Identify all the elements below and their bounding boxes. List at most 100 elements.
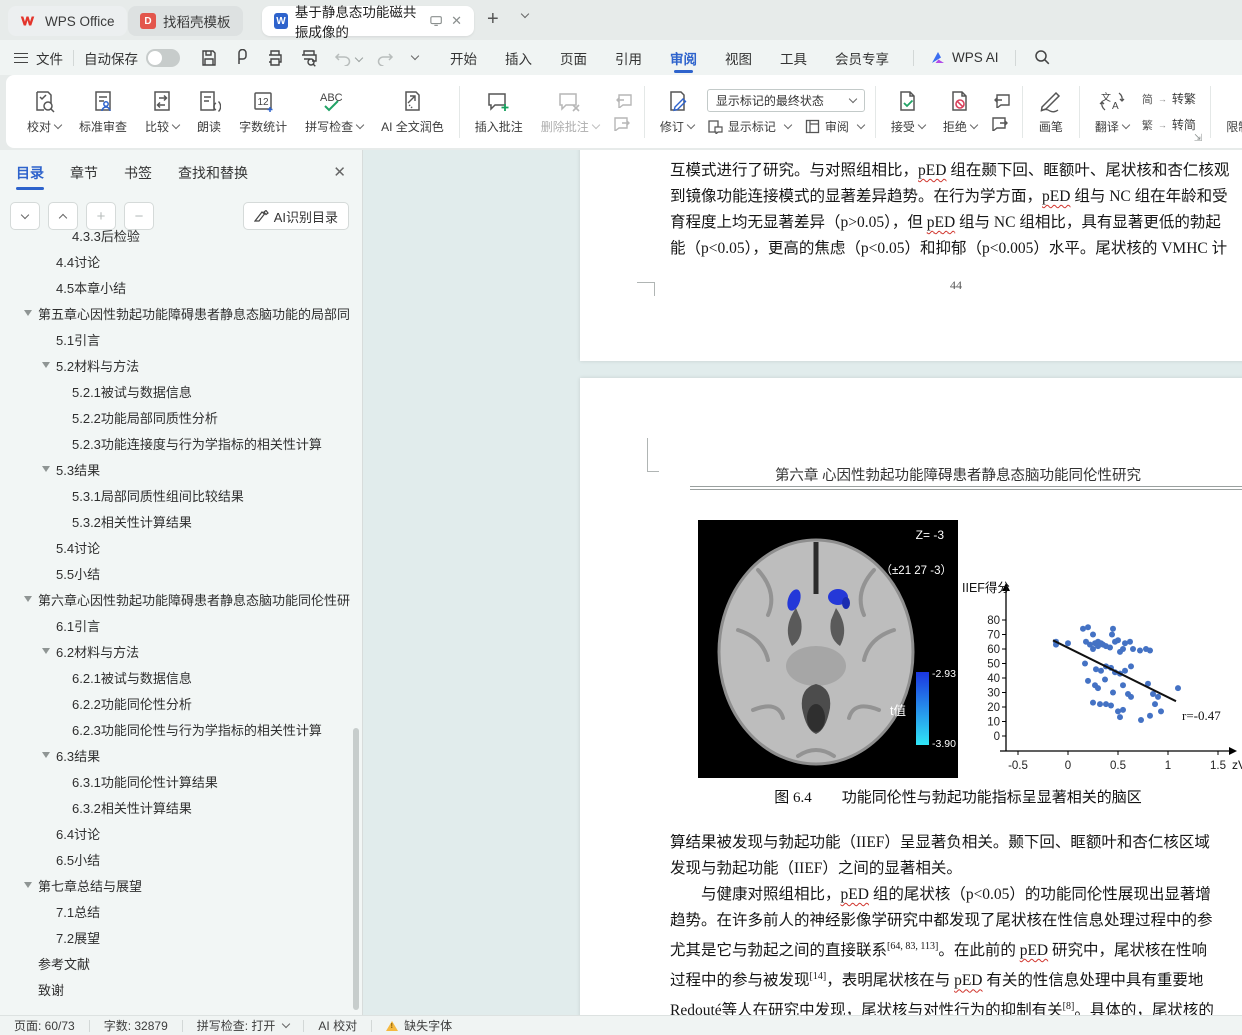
toc-item[interactable]: 6.2.2功能同伦性分析	[0, 690, 352, 716]
status-ai-proofread[interactable]: AI 校对	[304, 1017, 371, 1034]
new-tab-button[interactable]: +	[487, 8, 499, 31]
undo-icon[interactable]	[334, 50, 352, 66]
to-simplified-button[interactable]: 繁 → 转简	[1142, 116, 1196, 133]
spell-check-button[interactable]: ABC 拼写检查	[296, 89, 372, 135]
toc-item[interactable]: 5.3.1局部同质性组间比较结果	[0, 482, 352, 508]
restrict-editing-button[interactable]: 限制编辑	[1217, 89, 1242, 135]
insert-comment-button[interactable]: 插入批注	[466, 89, 532, 135]
menu-tab[interactable]: 插入	[491, 40, 546, 75]
status-spell-check[interactable]: 拼写检查: 打开	[183, 1017, 304, 1034]
sidebar-scrollbar[interactable]	[353, 728, 359, 1010]
compare-button[interactable]: 比较	[136, 89, 188, 135]
status-page[interactable]: 页面: 60/73	[0, 1017, 89, 1034]
sidebar-tab[interactable]: 书签	[124, 150, 152, 196]
print-preview-icon[interactable]	[300, 49, 318, 67]
toc-item[interactable]: 6.3.2相关性计算结果	[0, 794, 352, 820]
next-comment-icon[interactable]	[612, 115, 634, 131]
collapse-triangle-icon[interactable]	[24, 596, 32, 602]
collapse-triangle-icon[interactable]	[42, 752, 50, 758]
menu-tab[interactable]: 会员专享	[821, 40, 903, 75]
toc-item[interactable]: 4.4讨论	[0, 248, 352, 274]
toc-item[interactable]: 6.3结果	[0, 742, 352, 768]
export-pdf-icon[interactable]	[234, 48, 250, 67]
toc-item[interactable]: 6.2.1被试与数据信息	[0, 664, 352, 690]
toc-item[interactable]: 致谢	[0, 976, 352, 1001]
close-sidebar-icon[interactable]: ✕	[333, 163, 346, 181]
menu-tab[interactable]: 视图	[711, 40, 766, 75]
toc-item[interactable]: 7.1总结	[0, 898, 352, 924]
read-aloud-button[interactable]: 朗读	[188, 89, 230, 135]
toc-item[interactable]: 第七章总结与展望	[0, 872, 352, 898]
toc-item[interactable]: 5.1引言	[0, 326, 352, 352]
toc-item[interactable]: 6.2材料与方法	[0, 638, 352, 664]
document-page-45[interactable]: 第六章 心因性勃起功能障碍患者静息态脑功能同伦性研究 Z= -3 （±21 27…	[580, 378, 1242, 1015]
quickbar-chevron-icon[interactable]	[410, 51, 420, 61]
toc-item[interactable]: 5.2.1被试与数据信息	[0, 378, 352, 404]
tab-list-chevron-icon[interactable]	[520, 9, 530, 19]
proofread-button[interactable]: 校对	[18, 89, 70, 135]
toc-item[interactable]: 5.2.3功能连接度与行为学指标的相关性计算	[0, 430, 352, 456]
toc-item[interactable]: 7.2展望	[0, 924, 352, 950]
toc-item[interactable]: 5.4讨论	[0, 534, 352, 560]
reject-button[interactable]: 拒绝	[934, 89, 986, 135]
show-markup-button[interactable]: 显示标记	[707, 118, 793, 135]
sidebar-tab[interactable]: 目录	[16, 150, 44, 196]
toc-item[interactable]: 参考文献	[0, 950, 352, 976]
menu-tab[interactable]: 引用	[601, 40, 656, 75]
accept-button[interactable]: 接受	[882, 89, 934, 135]
translate-button[interactable]: 文 A 翻译	[1086, 89, 1138, 135]
menu-tab[interactable]: 审阅	[656, 40, 711, 75]
previous-comment-icon[interactable]	[612, 92, 634, 108]
ai-polish-button[interactable]: AI 全文润色	[372, 89, 453, 135]
tab-document-active[interactable]: W 基于静息态功能磁共振成像的 ✕	[262, 5, 474, 40]
undo-chevron-icon[interactable]	[354, 53, 364, 62]
status-missing-font[interactable]: 缺失字体	[372, 1017, 466, 1034]
toc-item[interactable]: 6.1引言	[0, 612, 352, 638]
search-icon[interactable]	[1034, 49, 1051, 66]
toc-item[interactable]: 4.3.3后检验	[0, 222, 352, 248]
previous-change-icon[interactable]	[990, 92, 1012, 108]
collapse-triangle-icon[interactable]	[42, 648, 50, 654]
track-changes-button[interactable]: 修订	[651, 89, 703, 135]
standard-review-button[interactable]: 标准审查	[70, 89, 136, 135]
ink-brush-button[interactable]: 画笔	[1029, 89, 1073, 135]
group-expand-icon[interactable]: ⇲	[1194, 133, 1202, 144]
to-traditional-button[interactable]: 简 → 转繁	[1142, 90, 1196, 107]
toc-item[interactable]: 5.3.2相关性计算结果	[0, 508, 352, 534]
tab-wps-office[interactable]: WPS Office	[8, 6, 127, 36]
markup-state-dropdown[interactable]: 显示标记的最终状态	[706, 88, 865, 112]
file-menu[interactable]: 文件	[36, 48, 63, 68]
delete-comment-button[interactable]: 删除批注	[532, 89, 608, 135]
toc-item[interactable]: 第五章心因性勃起功能障碍患者静息态脑功能的局部同 ...	[0, 300, 352, 326]
document-page-44[interactable]: 互模式进行了研究。与对照组相比，pED 组在颞下回、眶额叶、尾状核和杏仁核观 到镜…	[580, 150, 1242, 361]
collapse-triangle-icon[interactable]	[42, 362, 50, 368]
toc-item[interactable]: 5.3结果	[0, 456, 352, 482]
wps-ai-menu[interactable]: WPS AI	[924, 50, 1005, 65]
toc-item[interactable]: 5.5小结	[0, 560, 352, 586]
tab-docer-templates[interactable]: D 找稻壳模板	[128, 6, 243, 36]
screen-share-icon[interactable]	[430, 15, 442, 27]
toc-item[interactable]: 6.5小结	[0, 846, 352, 872]
sidebar-tab[interactable]: 查找和替换	[178, 150, 248, 196]
autosave-toggle[interactable]	[146, 48, 180, 67]
collapse-triangle-icon[interactable]	[42, 466, 50, 472]
toc-item[interactable]: 5.2.2功能局部同质性分析	[0, 404, 352, 430]
word-count-button[interactable]: 12 字数统计	[230, 89, 296, 135]
toc-item[interactable]: 5.2材料与方法	[0, 352, 352, 378]
toc-item[interactable]: 6.4讨论	[0, 820, 352, 846]
save-icon[interactable]	[200, 49, 218, 67]
toc-item[interactable]: 第六章心因性勃起功能障碍患者静息态脑功能同伦性研 ...	[0, 586, 352, 612]
close-tab-icon[interactable]: ✕	[451, 13, 462, 29]
toc-item[interactable]: 6.2.3功能同伦性与行为学指标的相关性计算	[0, 716, 352, 742]
toc-item[interactable]: 6.3.1功能同伦性计算结果	[0, 768, 352, 794]
toc-item[interactable]: 4.5本章小结	[0, 274, 352, 300]
menu-tab[interactable]: 页面	[546, 40, 601, 75]
collapse-triangle-icon[interactable]	[24, 310, 32, 316]
hamburger-menu-icon[interactable]	[14, 52, 28, 63]
sidebar-tab[interactable]: 章节	[70, 150, 98, 196]
redo-icon[interactable]	[376, 50, 394, 66]
menu-tab[interactable]: 工具	[766, 40, 821, 75]
print-icon[interactable]	[266, 49, 284, 67]
status-word-count[interactable]: 字数: 32879	[90, 1017, 182, 1034]
collapse-triangle-icon[interactable]	[24, 882, 32, 888]
